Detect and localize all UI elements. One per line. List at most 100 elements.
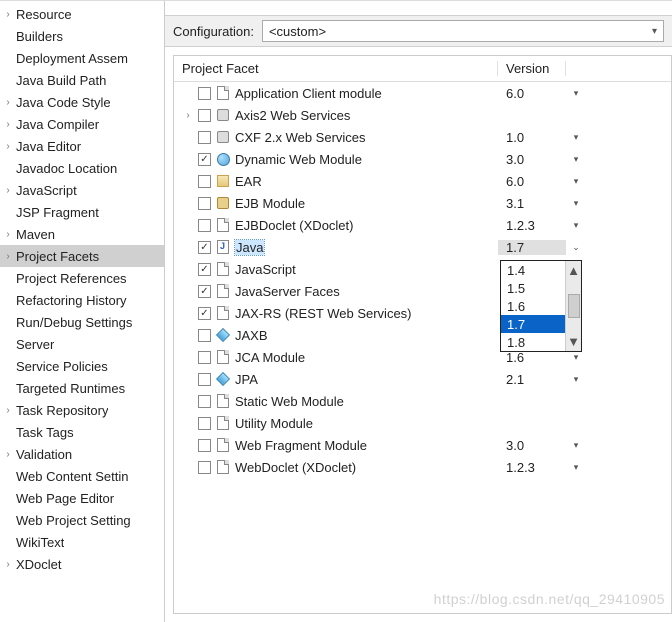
properties-tree[interactable]: ›Resource›Builders›Deployment Assem›Java…	[0, 1, 164, 622]
facet-checkbox[interactable]	[198, 197, 211, 210]
expand-caret-icon[interactable]: ›	[2, 96, 14, 108]
version-dropdown-icon[interactable]: ▾	[574, 176, 579, 187]
facet-row[interactable]: ›JCA Module1.6▾	[174, 346, 671, 368]
version-option[interactable]: 1.8	[501, 333, 565, 351]
version-dropdown-icon[interactable]: ▾	[574, 462, 579, 473]
expand-caret-icon[interactable]: ›	[2, 184, 14, 196]
tree-item[interactable]: ›Java Compiler	[0, 113, 164, 135]
tree-item[interactable]: ›Service Policies	[0, 355, 164, 377]
facet-row[interactable]: ›✓JavaScript	[174, 258, 671, 280]
facet-checkbox[interactable]	[198, 109, 211, 122]
facet-checkbox[interactable]	[198, 87, 211, 100]
expand-caret-icon[interactable]: ›	[2, 558, 14, 570]
tree-item[interactable]: ›Project References	[0, 267, 164, 289]
facet-row[interactable]: ›Static Web Module	[174, 390, 671, 412]
expand-caret-icon[interactable]: ›	[2, 8, 14, 20]
tree-item[interactable]: ›Java Build Path	[0, 69, 164, 91]
expand-caret-icon[interactable]: ›	[2, 404, 14, 416]
tree-item[interactable]: ›Refactoring History	[0, 289, 164, 311]
expand-caret-icon[interactable]: ›	[2, 140, 14, 152]
facet-checkbox[interactable]	[198, 329, 211, 342]
tree-item[interactable]: ›Deployment Assem	[0, 47, 164, 69]
version-dropdown-icon[interactable]: ▾	[574, 132, 579, 143]
tree-item[interactable]: ›XDoclet	[0, 553, 164, 575]
tree-item[interactable]: ›Maven	[0, 223, 164, 245]
column-version[interactable]: Version	[498, 61, 566, 76]
version-dropdown-icon[interactable]: ▾	[574, 198, 579, 209]
facet-checkbox[interactable]: ✓	[198, 241, 211, 254]
facet-row[interactable]: ›JPA2.1▾	[174, 368, 671, 390]
version-dropdown-icon[interactable]: ▾	[574, 374, 579, 385]
facet-row[interactable]: ›EJBDoclet (XDoclet)1.2.3▾	[174, 214, 671, 236]
tree-item[interactable]: ›WikiText	[0, 531, 164, 553]
expand-caret-icon[interactable]: ›	[2, 118, 14, 130]
expand-caret-icon[interactable]: ›	[2, 228, 14, 240]
facet-row[interactable]: ›Web Fragment Module3.0▾	[174, 434, 671, 456]
facet-row[interactable]: ›Utility Module	[174, 412, 671, 434]
facet-checkbox[interactable]	[198, 351, 211, 364]
scroll-down-icon[interactable]: ▼	[567, 334, 580, 349]
version-dropdown-icon[interactable]: ▾	[574, 440, 579, 451]
tree-item[interactable]: ›Task Repository	[0, 399, 164, 421]
facet-checkbox[interactable]	[198, 175, 211, 188]
dropdown-scrollbar[interactable]: ▲ ▼	[565, 261, 581, 351]
tree-item[interactable]: ›Web Page Editor	[0, 487, 164, 509]
facet-row[interactable]: ›✓Dynamic Web Module3.0▾	[174, 148, 671, 170]
facet-checkbox[interactable]	[198, 461, 211, 474]
java-version-dropdown[interactable]: 1.41.51.61.71.8 ▲ ▼	[500, 260, 582, 352]
column-project-facet[interactable]: Project Facet	[174, 61, 498, 76]
facet-row[interactable]: ›Axis2 Web Services	[174, 104, 671, 126]
scroll-thumb[interactable]	[568, 294, 580, 318]
version-dropdown-icon[interactable]: ▾	[574, 220, 579, 231]
facet-checkbox[interactable]	[198, 219, 211, 232]
tree-item[interactable]: ›JSP Fragment	[0, 201, 164, 223]
tree-item[interactable]: ›Run/Debug Settings	[0, 311, 164, 333]
expand-caret-icon[interactable]: ›	[2, 250, 14, 262]
tree-item[interactable]: ›Project Facets	[0, 245, 164, 267]
tree-item[interactable]: ›Task Tags	[0, 421, 164, 443]
facet-checkbox[interactable]: ✓	[198, 285, 211, 298]
expand-caret-icon[interactable]: ›	[2, 448, 14, 460]
facet-row[interactable]: ›✓Java1.7⌄	[174, 236, 671, 258]
facet-checkbox[interactable]	[198, 395, 211, 408]
facet-checkbox[interactable]: ✓	[198, 263, 211, 276]
tree-item-label: Resource	[16, 7, 72, 22]
version-dropdown-icon[interactable]: ▾	[574, 154, 579, 165]
version-dropdown-icon[interactable]: ▾	[574, 88, 579, 99]
tree-item[interactable]: ›Javadoc Location	[0, 157, 164, 179]
facet-checkbox[interactable]	[198, 417, 211, 430]
facet-row[interactable]: ›EAR6.0▾	[174, 170, 671, 192]
tree-item[interactable]: ›Validation	[0, 443, 164, 465]
facet-row[interactable]: ›WebDoclet (XDoclet)1.2.3▾	[174, 456, 671, 478]
tree-item[interactable]: ›Targeted Runtimes	[0, 377, 164, 399]
facet-row[interactable]: ›✓JAX-RS (REST Web Services)	[174, 302, 671, 324]
version-dropdown-icon[interactable]: ⌄	[572, 242, 580, 253]
tree-item[interactable]: ›JavaScript	[0, 179, 164, 201]
facet-checkbox[interactable]: ✓	[198, 307, 211, 320]
configuration-select[interactable]: <custom>	[262, 20, 664, 42]
facet-checkbox[interactable]	[198, 439, 211, 452]
version-option[interactable]: 1.6	[501, 297, 565, 315]
tree-item-label: Task Repository	[16, 403, 108, 418]
facet-row[interactable]: ›CXF 2.x Web Services1.0▾	[174, 126, 671, 148]
facet-row[interactable]: ›EJB Module3.1▾	[174, 192, 671, 214]
facet-checkbox[interactable]: ✓	[198, 153, 211, 166]
facet-row[interactable]: ›✓JavaServer Faces	[174, 280, 671, 302]
tree-item[interactable]: ›Server	[0, 333, 164, 355]
tree-item[interactable]: ›Web Content Settin	[0, 465, 164, 487]
facet-row[interactable]: ›JAXB	[174, 324, 671, 346]
facet-row[interactable]: ›Application Client module6.0▾	[174, 82, 671, 104]
version-option[interactable]: 1.5	[501, 279, 565, 297]
facet-checkbox[interactable]	[198, 373, 211, 386]
version-option[interactable]: 1.4	[501, 261, 565, 279]
scroll-up-icon[interactable]: ▲	[567, 263, 580, 278]
tree-item[interactable]: ›Web Project Setting	[0, 509, 164, 531]
facet-checkbox[interactable]	[198, 131, 211, 144]
version-dropdown-icon[interactable]: ▾	[574, 352, 579, 363]
tree-item[interactable]: ›Resource	[0, 3, 164, 25]
tree-item[interactable]: ›Java Editor	[0, 135, 164, 157]
version-option[interactable]: 1.7	[501, 315, 565, 333]
expand-caret-icon[interactable]: ›	[182, 110, 194, 121]
tree-item[interactable]: ›Builders	[0, 25, 164, 47]
tree-item[interactable]: ›Java Code Style	[0, 91, 164, 113]
